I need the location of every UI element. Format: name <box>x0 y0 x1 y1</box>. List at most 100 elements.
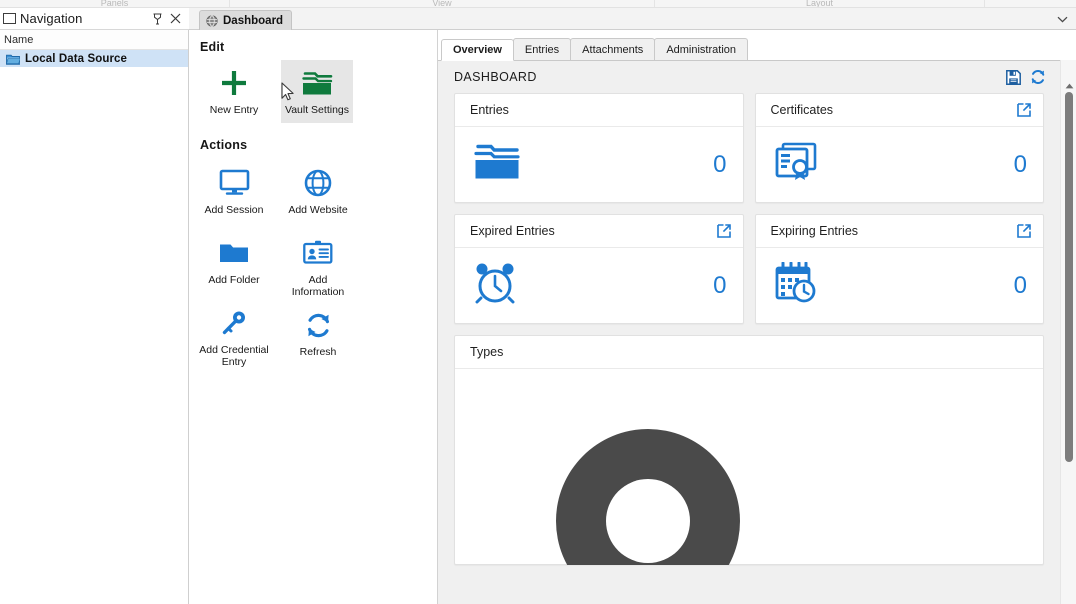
card-types-header: Types <box>455 336 1043 369</box>
card-entries-body: 0 <box>455 127 743 202</box>
card-entries: Entries 0 <box>454 93 744 203</box>
refresh-label: Refresh <box>299 346 337 358</box>
add-information-label: Add Information <box>291 274 345 298</box>
pin-icon[interactable] <box>148 10 166 28</box>
vault-settings-label: Vault Settings <box>284 104 349 116</box>
tab-administration-label: Administration <box>666 43 737 56</box>
nav-item-label: Local Data Source <box>25 52 128 65</box>
triangle-up-icon[interactable] <box>1064 82 1074 90</box>
card-certificates: Certificates 0 <box>754 93 1044 203</box>
card-certificates-title: Certificates <box>770 103 834 117</box>
types-chart-area <box>455 369 1043 565</box>
refresh-button[interactable]: Refresh <box>281 302 355 364</box>
tab-attachments-label: Attachments <box>582 43 644 56</box>
plus-icon <box>219 66 249 100</box>
external-link-icon[interactable] <box>1017 103 1031 117</box>
dashboard-content: DASHBOARD Entries 0 Certificates 0 Expir… <box>438 61 1060 604</box>
alarm-clock-icon <box>473 261 517 310</box>
card-expiring-entries-value: 0 <box>1013 271 1027 299</box>
card-expired-entries: Expired Entries 0 <box>454 214 744 324</box>
add-credential-entry-label: Add Credential Entry <box>199 344 269 368</box>
dashboard-header-actions <box>1006 69 1046 85</box>
tab-entries[interactable]: Entries <box>512 38 572 60</box>
vault-folder-icon <box>300 66 334 100</box>
card-expiring-entries: Expiring Entries 0 <box>754 214 1044 324</box>
card-expired-entries-title: Expired Entries <box>470 224 555 238</box>
card-entries-header: Entries <box>455 94 743 127</box>
monitor-icon <box>219 166 250 200</box>
card-expiring-entries-header: Expiring Entries <box>755 215 1043 248</box>
key-icon <box>220 306 248 340</box>
folder-solid-icon <box>219 236 249 270</box>
card-certificates-body: 0 <box>756 127 1044 202</box>
ribbon-group-empty <box>985 0 1076 7</box>
folders-icon <box>473 141 521 188</box>
id-card-icon <box>303 236 333 270</box>
card-expired-entries-body: 0 <box>455 248 743 323</box>
folder-icon <box>6 54 20 65</box>
ribbon-group-layout: Layout <box>655 0 985 7</box>
new-entry-label: New Entry <box>209 104 259 116</box>
command-group-title-actions: Actions <box>200 138 248 152</box>
navigation-panel: Navigation Name Local Data Source <box>0 8 189 604</box>
navigation-title-bar: Navigation <box>0 8 189 30</box>
nav-item-local-data-source[interactable]: Local Data Source <box>0 50 188 67</box>
calendar-clock-icon <box>774 261 818 309</box>
card-types: Types <box>454 335 1044 565</box>
card-certificates-value: 0 <box>1013 150 1027 178</box>
document-tab-bar: Dashboard <box>189 8 1076 30</box>
external-link-icon[interactable] <box>716 224 731 238</box>
add-credential-entry-button[interactable]: Add Credential Entry <box>197 300 271 373</box>
navigation-column-header-name: Name <box>4 33 34 46</box>
card-certificates-header: Certificates <box>755 94 1043 127</box>
card-types-title: Types <box>470 345 504 359</box>
vertical-scrollbar[interactable] <box>1060 60 1076 604</box>
card-entries-value: 0 <box>713 150 727 178</box>
navigation-column-header: Name <box>0 30 188 50</box>
dashboard-tab-strip: Overview Entries Attachments Administrat… <box>438 38 1076 61</box>
dashboard-cards: Entries 0 Certificates 0 Expired Entries… <box>438 93 1060 565</box>
tab-dashboard[interactable]: Dashboard <box>199 10 293 30</box>
dashboard-globe-icon <box>206 14 218 27</box>
card-expired-entries-value: 0 <box>713 271 727 299</box>
ribbon-strip: Panels View Layout <box>0 0 1076 8</box>
refresh-icon[interactable] <box>1030 69 1046 85</box>
tab-dashboard-label: Dashboard <box>223 14 284 27</box>
navigation-title: Navigation <box>20 11 83 26</box>
page-title: DASHBOARD <box>454 70 537 84</box>
ribbon-group-view: View <box>230 0 655 7</box>
command-pane: Edit New Entry Vault Settings Actions Ad… <box>189 30 438 604</box>
add-session-button[interactable]: Add Session <box>197 160 271 222</box>
application-window: Panels View Layout Navigation Name Local <box>0 0 1076 604</box>
save-disk-icon[interactable] <box>1006 69 1021 85</box>
chevron-down-icon[interactable] <box>1054 11 1070 27</box>
command-group-title-edit: Edit <box>200 40 225 54</box>
add-folder-label: Add Folder <box>208 274 260 286</box>
add-folder-button[interactable]: Add Folder <box>197 230 271 292</box>
card-entries-title: Entries <box>470 103 509 117</box>
add-information-button[interactable]: Add Information <box>281 230 355 303</box>
external-link-icon[interactable] <box>1017 224 1031 238</box>
close-icon[interactable] <box>166 10 184 28</box>
types-donut-chart[interactable] <box>533 406 763 565</box>
certificate-icon <box>774 141 818 188</box>
tab-overview[interactable]: Overview <box>441 39 514 61</box>
vault-settings-button[interactable]: Vault Settings <box>281 60 353 123</box>
ribbon-group-panels: Panels <box>0 0 230 7</box>
add-website-button[interactable]: Add Website <box>281 160 355 222</box>
globe-icon <box>304 166 332 200</box>
tab-entries-label: Entries <box>524 43 560 56</box>
card-expired-entries-header: Expired Entries <box>455 215 743 248</box>
scrollbar-thumb[interactable] <box>1065 92 1073 462</box>
tab-overview-label: Overview <box>453 44 502 56</box>
add-session-label: Add Session <box>204 204 264 216</box>
panel-icon <box>3 13 16 24</box>
card-expiring-entries-title: Expiring Entries <box>770 224 859 238</box>
new-entry-button[interactable]: New Entry <box>197 60 271 122</box>
tab-attachments[interactable]: Attachments <box>570 38 656 60</box>
card-row-2: Expired Entries 0 Expiring Entries 0 <box>454 214 1044 324</box>
card-row-1: Entries 0 Certificates 0 <box>454 93 1044 203</box>
tab-administration[interactable]: Administration <box>654 38 749 60</box>
dashboard-header: DASHBOARD <box>438 61 1060 93</box>
dashboard-area: Overview Entries Attachments Administrat… <box>438 30 1076 604</box>
